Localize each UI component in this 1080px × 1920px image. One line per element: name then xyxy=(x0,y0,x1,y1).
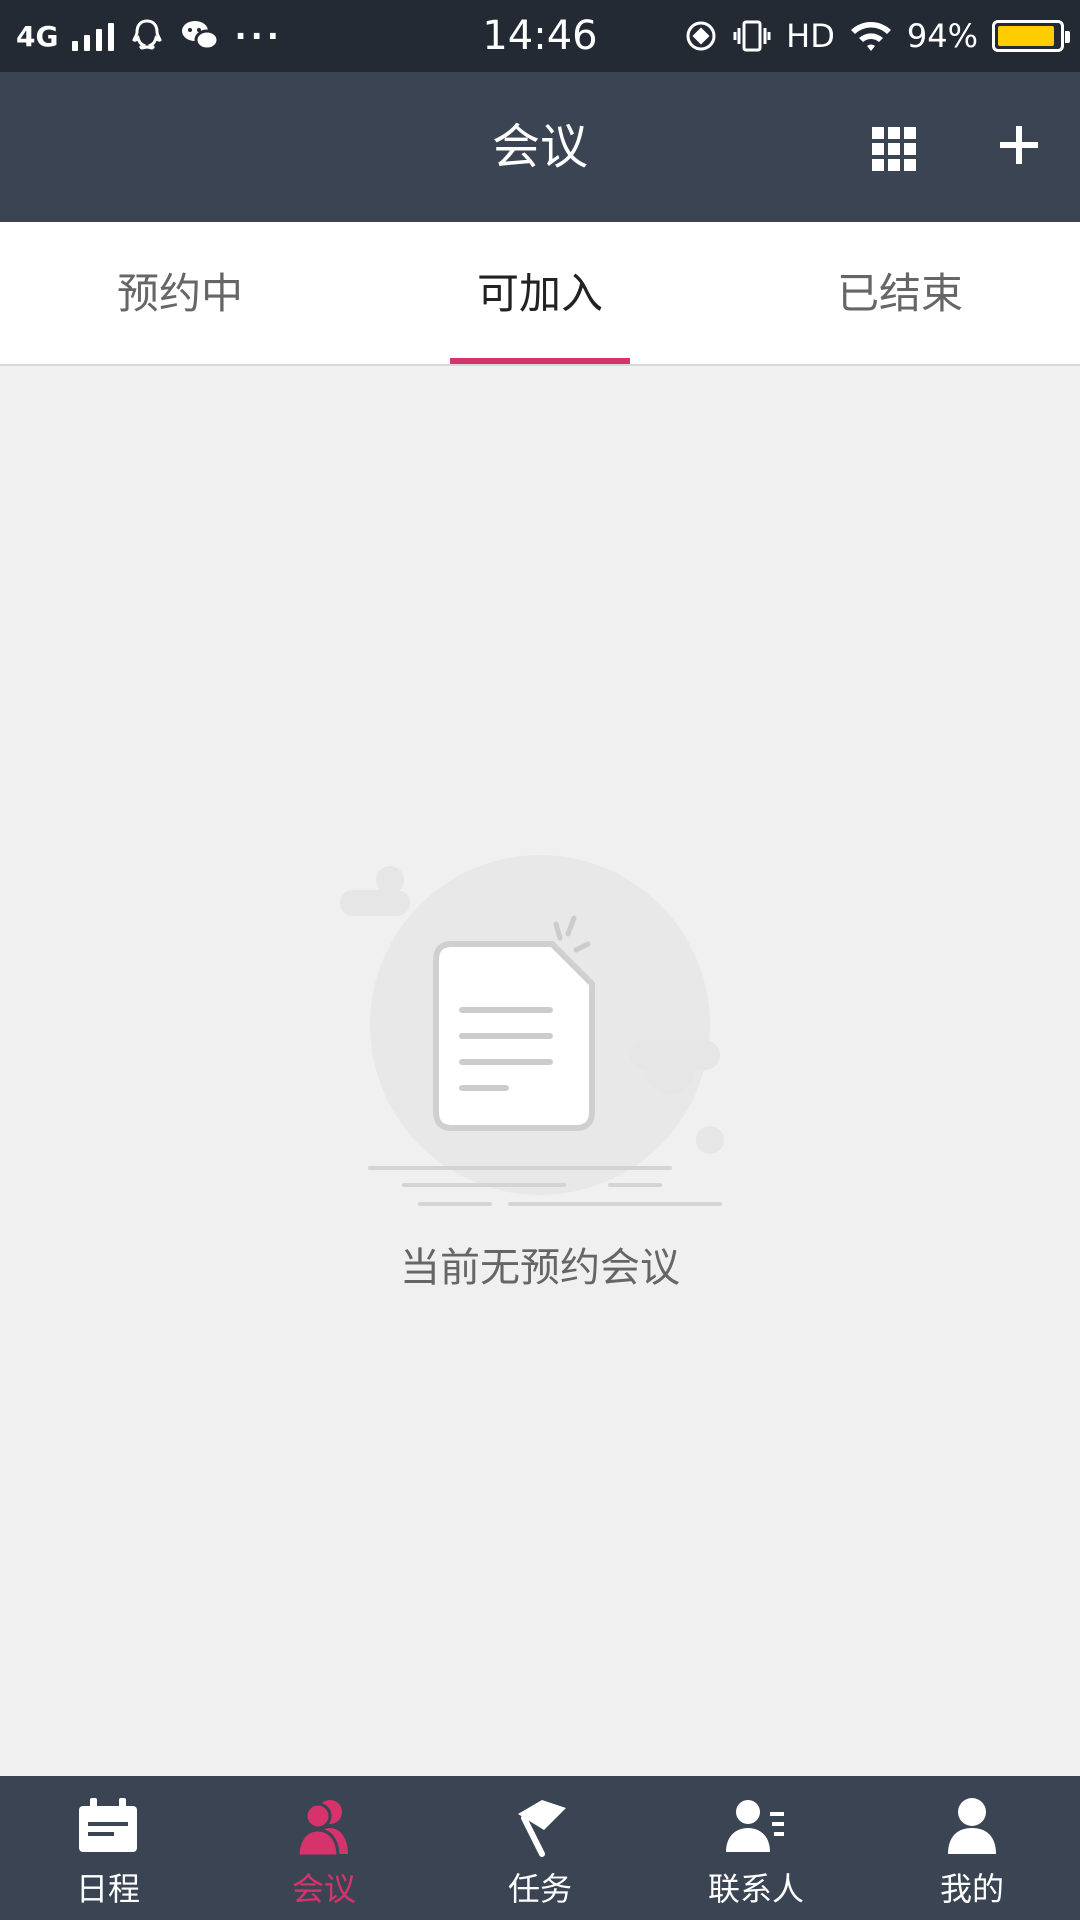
wifi-icon xyxy=(850,22,891,51)
tab-label: 可加入 xyxy=(476,269,603,318)
hd-indicator: HD xyxy=(786,17,835,55)
nav-label: 联系人 xyxy=(707,1870,804,1908)
empty-message: 当前无预约会议 xyxy=(400,1245,680,1291)
vibrate-icon xyxy=(733,20,771,52)
status-bar: 4G ··· 14:46 HD 94% xyxy=(0,0,1080,72)
nav-label: 我的 xyxy=(939,1870,1004,1908)
tab-label: 预约中 xyxy=(116,269,243,318)
empty-state: 当前无预约会议 xyxy=(0,840,1080,1300)
nav-item-contacts[interactable]: 联系人 xyxy=(648,1776,864,1920)
rotation-lock-icon xyxy=(686,21,716,51)
nav-label: 任务 xyxy=(507,1870,572,1908)
tab-ended[interactable]: 已结束 xyxy=(720,222,1080,364)
tab-label: 已结束 xyxy=(836,269,963,318)
tab-bar: 预约中 可加入 已结束 xyxy=(0,222,1080,366)
grid-icon[interactable] xyxy=(872,127,916,171)
nav-item-me[interactable]: 我的 xyxy=(864,1776,1080,1920)
nav-label: 日程 xyxy=(75,1870,140,1908)
nav-item-meeting[interactable]: 会议 xyxy=(216,1776,432,1920)
plus-icon[interactable] xyxy=(996,122,1042,168)
battery-icon xyxy=(992,20,1070,52)
user-icon xyxy=(948,1798,996,1854)
tab-joinable[interactable]: 可加入 xyxy=(360,222,720,364)
tab-reserved[interactable]: 预约中 xyxy=(0,222,360,364)
battery-percent: 94% xyxy=(906,17,978,55)
nav-item-tasks[interactable]: 任务 xyxy=(432,1776,648,1920)
battery-fill xyxy=(998,26,1055,46)
document-icon xyxy=(340,855,724,1206)
calendar-icon xyxy=(79,1798,137,1852)
status-right: HD 94% xyxy=(684,0,1070,72)
page-title: 会议 xyxy=(491,119,588,175)
contact-list-icon xyxy=(726,1800,784,1852)
active-tab-indicator xyxy=(450,358,630,364)
nav-item-schedule[interactable]: 日程 xyxy=(0,1776,216,1920)
bottom-nav: 日程 会议 任务 联系人 我的 xyxy=(0,1776,1080,1920)
nav-label: 会议 xyxy=(291,1870,356,1908)
meeting-people-icon xyxy=(296,1800,348,1858)
app-header: 会议 xyxy=(0,72,1080,222)
flag-icon xyxy=(518,1800,566,1857)
